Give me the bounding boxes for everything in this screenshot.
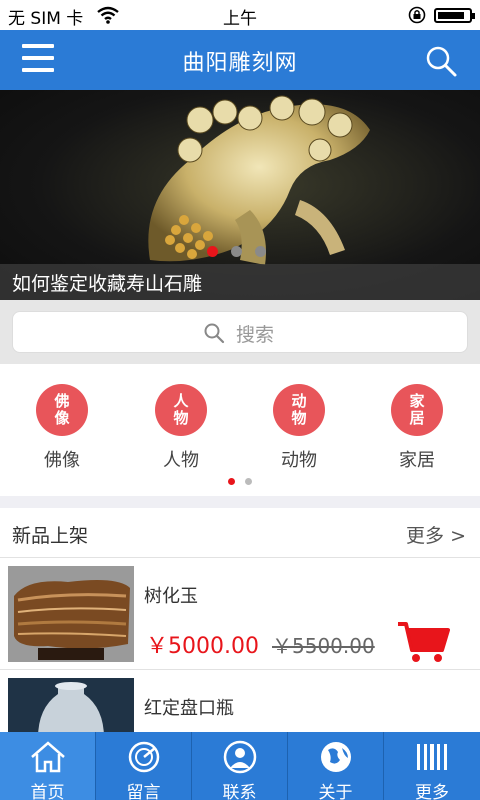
banner-dot[interactable] <box>207 246 218 257</box>
banner-carousel[interactable]: 如何鉴定收藏寿山石雕 <box>0 90 480 300</box>
product-original-price: ￥5500.00 <box>272 634 375 658</box>
status-bar: 无 SIM 卡 上午10:37 <box>0 0 480 49</box>
category-page-dot[interactable] <box>245 478 252 485</box>
tab-label: 留言 <box>126 783 161 800</box>
tab-message[interactable]: 留言 <box>96 732 192 800</box>
banner-dot[interactable] <box>231 246 242 257</box>
tab-more[interactable]: 更多 <box>384 732 480 800</box>
tab-label: 首页 <box>30 783 65 800</box>
bottom-tab-bar: 首页 留言 联系 关于 更多 <box>0 732 480 800</box>
more-icon <box>417 744 447 770</box>
user-icon <box>223 740 257 774</box>
carrier-label: 无 SIM 卡 <box>8 9 84 29</box>
category-label: 动物 <box>281 450 317 471</box>
tab-label: 联系 <box>222 783 257 800</box>
search-placeholder: 搜索 <box>236 324 275 346</box>
app-header: 曲阳雕刻网 <box>0 30 480 90</box>
category-item-home[interactable]: 家 居 家居 <box>367 384 467 474</box>
product-price: ￥5000.00 <box>146 634 259 659</box>
rotation-lock-icon <box>408 6 426 24</box>
search-icon <box>204 323 225 344</box>
product-name: 红定盘口瓶 <box>144 698 234 719</box>
product-image <box>8 566 134 662</box>
category-badge-text: 佛 像 <box>54 392 70 427</box>
new-arrivals-header: 新品上架 更多 > <box>0 508 480 558</box>
category-badge: 家 居 <box>391 384 443 436</box>
tab-label: 关于 <box>318 783 353 800</box>
category-badge: 动 物 <box>273 384 325 436</box>
category-item-figure[interactable]: 人 物 人物 <box>131 384 231 474</box>
tab-home[interactable]: 首页 <box>0 732 96 800</box>
globe-icon <box>321 742 351 772</box>
more-link[interactable]: 更多 > <box>406 521 466 548</box>
category-badge-text: 动 物 <box>291 392 307 427</box>
banner-caption-bar: 如何鉴定收藏寿山石雕 <box>0 264 480 300</box>
category-label: 人物 <box>163 450 199 471</box>
battery-icon <box>434 8 475 23</box>
search-icon[interactable] <box>424 44 458 78</box>
banner-dot[interactable] <box>255 246 266 257</box>
category-badge-text: 家 居 <box>409 392 425 427</box>
tab-label: 更多 <box>415 783 449 800</box>
banner-caption[interactable]: 如何鉴定收藏寿山石雕 <box>12 269 202 296</box>
product-item[interactable]: 树化玉 ￥5000.00 ￥5500.00 <box>0 558 480 670</box>
category-item-animal[interactable]: 动 物 动物 <box>249 384 349 474</box>
search-input[interactable]: 搜索 <box>12 311 468 353</box>
category-grid: 佛 像 佛像 人 物 人物 动 物 动物 家 居 家居 <box>0 364 480 496</box>
product-name: 树化玉 <box>144 586 198 607</box>
category-badge: 人 物 <box>155 384 207 436</box>
category-label: 家居 <box>399 450 435 471</box>
category-badge-text: 人 物 <box>173 392 189 427</box>
search-section: 搜索 <box>0 300 480 364</box>
category-badge: 佛 像 <box>36 384 88 436</box>
home-icon <box>31 741 65 773</box>
tab-about[interactable]: 关于 <box>288 732 384 800</box>
category-page-dot[interactable] <box>228 478 235 485</box>
tab-contact[interactable]: 联系 <box>192 732 288 800</box>
radar-icon <box>128 741 160 773</box>
section-title: 新品上架 <box>12 525 89 547</box>
category-item-buddha[interactable]: 佛 像 佛像 <box>12 384 112 474</box>
page-title: 曲阳雕刻网 <box>182 51 298 76</box>
category-label: 佛像 <box>44 450 80 471</box>
wifi-icon <box>97 6 119 24</box>
cart-icon[interactable] <box>396 620 450 664</box>
